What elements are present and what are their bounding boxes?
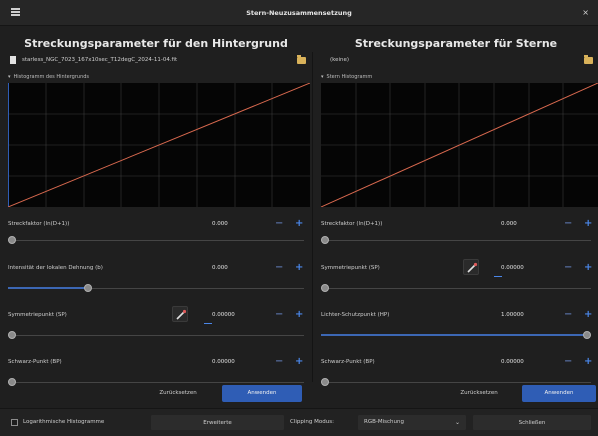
stars-highlight-protection-slider[interactable]	[321, 331, 591, 339]
window-title: Stern-Neuzusammensetzung	[246, 9, 352, 17]
chevron-down-icon: ▾	[8, 74, 11, 80]
chevron-down-icon: ▾	[321, 74, 324, 80]
stars-file-name: (keine)	[330, 57, 350, 63]
slider-handle	[321, 284, 329, 292]
stars-histogram-plot	[321, 83, 598, 207]
open-folder-icon[interactable]	[297, 55, 306, 64]
stars-highlight-protection-value[interactable]: 1.00000	[495, 308, 557, 322]
background-histogram-label: Histogramm des Hintergrunds	[13, 74, 90, 80]
background-symmetry-point-row: Symmetriepunkt (SP) 0.00000 − +	[8, 306, 308, 322]
stars-symmetry-point-slider[interactable]	[321, 284, 591, 292]
minus-icon[interactable]: −	[275, 309, 283, 321]
slider-handle	[583, 331, 591, 339]
minus-icon[interactable]: −	[564, 309, 572, 321]
plus-icon[interactable]: +	[584, 356, 592, 368]
stars-apply-button[interactable]: Anwenden	[522, 385, 596, 402]
clipping-mode-select[interactable]: RGB-Mischung ⌄	[357, 414, 467, 431]
background-black-point-value[interactable]: 0.00000	[206, 355, 268, 369]
minus-icon[interactable]: −	[564, 218, 572, 230]
stars-stretch-factor-value[interactable]: 0.000	[495, 217, 557, 231]
stars-symmetry-point-label: Symmetriepunkt (SP)	[321, 265, 380, 271]
minus-icon[interactable]: −	[564, 262, 572, 274]
background-file-name: starless_NGC_7023_167x10sec_T12degC_2024…	[22, 57, 178, 63]
background-panel: Streckungsparameter für den Hintergrund …	[0, 26, 312, 406]
log-histogram-label[interactable]: Logarithmische Histogramme	[23, 419, 104, 425]
background-black-point-label: Schwarz-Punkt (BP)	[8, 359, 62, 365]
plus-icon[interactable]: +	[584, 262, 592, 274]
background-symmetry-point-label: Symmetriepunkt (SP)	[8, 312, 67, 318]
stars-stretch-factor-slider[interactable]	[321, 236, 591, 244]
background-symmetry-point-slider[interactable]	[8, 331, 304, 339]
stars-histogram	[321, 83, 598, 207]
background-stretch-factor-slider[interactable]	[8, 236, 304, 244]
eyedropper-icon[interactable]	[463, 259, 479, 275]
stars-reset-button[interactable]: Zurücksetzen	[444, 385, 514, 402]
slider-handle	[321, 378, 329, 386]
minus-icon[interactable]: −	[275, 356, 283, 368]
clipping-mode-label: Clipping Modus:	[290, 419, 334, 425]
background-local-intensity-slider[interactable]	[8, 284, 304, 292]
background-histogram-plot	[8, 83, 310, 207]
log-histogram-checkbox[interactable]	[11, 419, 18, 426]
stars-black-point-label: Schwarz-Punkt (BP)	[321, 359, 375, 365]
plus-icon[interactable]: +	[584, 309, 592, 321]
eyedropper-icon[interactable]	[172, 306, 188, 322]
document-icon	[10, 56, 16, 64]
stars-histogram-toggle[interactable]: ▾ Stern Histogramm	[321, 74, 372, 80]
stars-file-row: (keine)	[322, 54, 593, 68]
stars-symmetry-point-value[interactable]: 0.00000	[495, 261, 557, 275]
slider-handle	[8, 331, 16, 339]
slider-handle	[8, 378, 16, 386]
background-local-intensity-value[interactable]: 0.000	[206, 261, 268, 275]
panel-divider	[312, 52, 313, 382]
background-apply-button[interactable]: Anwenden	[222, 385, 302, 402]
chevron-down-icon: ⌄	[454, 419, 460, 426]
clipping-mode-value: RGB-Mischung	[364, 419, 404, 425]
stars-symmetry-point-row: Symmetriepunkt (SP) 0.00000 − +	[321, 259, 596, 275]
stars-heading: Streckungsparameter für Sterne	[354, 37, 558, 50]
background-histogram-toggle[interactable]: ▾ Histogramm des Hintergrunds	[8, 74, 89, 80]
minus-icon[interactable]: −	[275, 218, 283, 230]
plus-icon[interactable]: +	[295, 218, 303, 230]
background-local-intensity-label: Intensität der lokalen Dehnung (b)	[8, 265, 103, 271]
minus-icon[interactable]: −	[275, 262, 283, 274]
background-black-point-row: Schwarz-Punkt (BP) 0.00000 − +	[8, 355, 308, 369]
stars-highlight-protection-row: Lichter-Schutzpunkt (HP) 1.00000 − +	[321, 308, 596, 322]
close-button[interactable]: Schließen	[472, 414, 592, 431]
stars-highlight-protection-label: Lichter-Schutzpunkt (HP)	[321, 312, 390, 318]
background-stretch-factor-label: Streckfaktor (ln(D+1))	[8, 221, 70, 227]
plus-icon[interactable]: +	[295, 262, 303, 274]
plus-icon[interactable]: +	[295, 309, 303, 321]
slider-handle	[321, 236, 329, 244]
background-local-intensity-row: Intensität der lokalen Dehnung (b) 0.000…	[8, 261, 308, 275]
stars-stretch-factor-row: Streckfaktor (ln(D+1)) 0.000 − +	[321, 217, 596, 231]
stars-panel: Streckungsparameter für Sterne (keine) ▾…	[314, 26, 598, 406]
background-stretch-factor-row: Streckfaktor (ln(D+1)) 0.000 − +	[8, 217, 308, 231]
bottom-bar: Logarithmische Histogramme Erweiterte Cl…	[0, 408, 598, 436]
plus-icon[interactable]: +	[295, 356, 303, 368]
background-heading: Streckungsparameter für den Hintergrund	[24, 37, 288, 50]
background-histogram	[8, 83, 310, 207]
open-folder-icon[interactable]	[584, 55, 593, 64]
stars-histogram-label: Stern Histogramm	[326, 74, 373, 80]
close-icon[interactable]: ×	[582, 8, 589, 17]
slider-handle	[84, 284, 92, 292]
background-stretch-factor-value[interactable]: 0.000	[206, 217, 268, 231]
background-reset-button[interactable]: Zurücksetzen	[146, 385, 210, 402]
slider-handle	[8, 236, 16, 244]
plus-icon[interactable]: +	[584, 218, 592, 230]
window-titlebar: Stern-Neuzusammensetzung ×	[0, 0, 598, 26]
stars-black-point-row: Schwarz-Punkt (BP) 0.00000 − +	[321, 355, 596, 369]
advanced-button[interactable]: Erweiterte	[150, 414, 285, 431]
minus-icon[interactable]: −	[564, 356, 572, 368]
stars-black-point-value[interactable]: 0.00000	[495, 355, 557, 369]
background-file-row: starless_NGC_7023_167x10sec_T12degC_2024…	[10, 54, 306, 68]
background-symmetry-point-value[interactable]: 0.00000	[206, 308, 268, 322]
stars-stretch-factor-label: Streckfaktor (ln(D+1))	[321, 221, 383, 227]
